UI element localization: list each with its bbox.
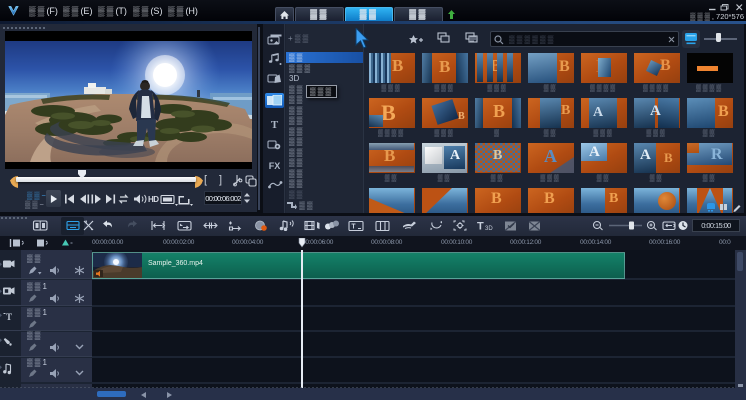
svg-text:HD: HD	[148, 195, 159, 204]
svg-text:T: T	[477, 221, 484, 233]
svg-text:3D: 3D	[485, 226, 493, 232]
svg-text:T: T	[6, 312, 12, 322]
